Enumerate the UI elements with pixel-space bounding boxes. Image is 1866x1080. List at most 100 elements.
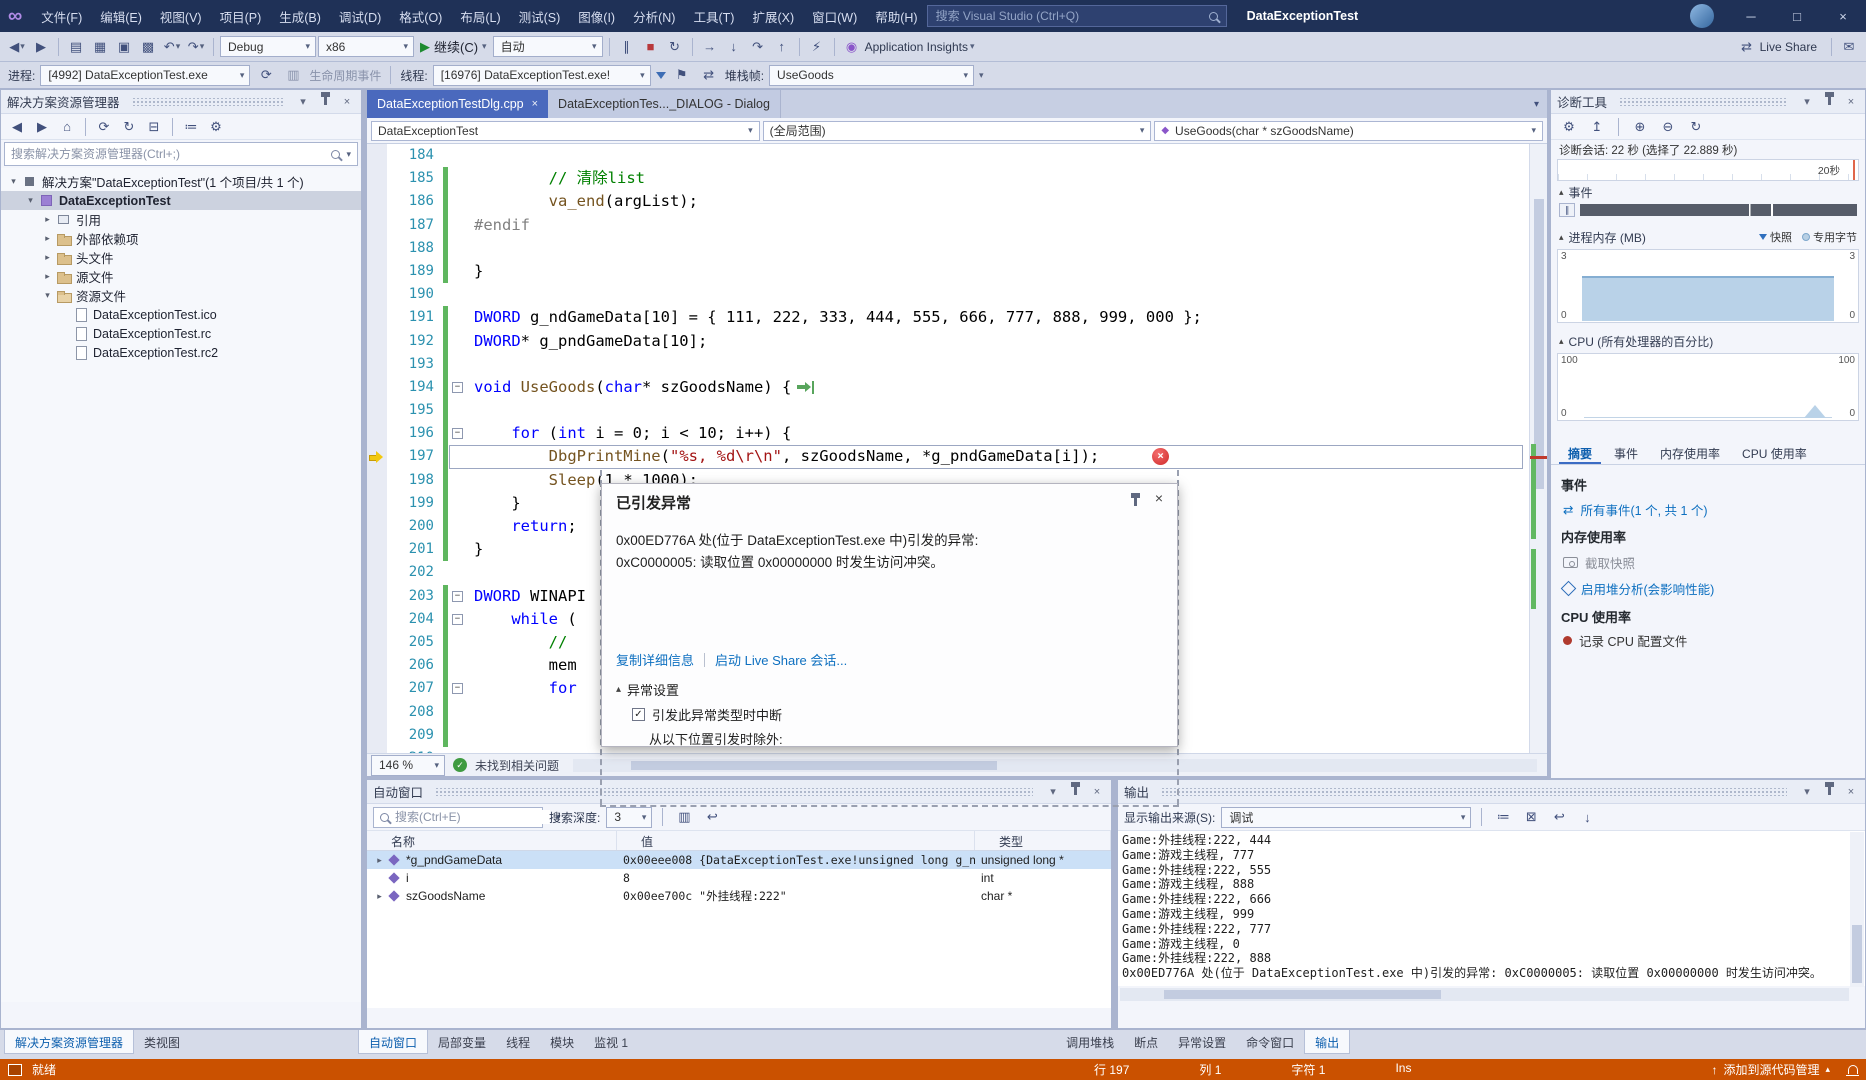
panel-tab[interactable]: 模块 xyxy=(540,1030,584,1054)
code-line[interactable]: 189} xyxy=(367,259,1529,284)
menu-item[interactable]: 编辑(E) xyxy=(91,7,151,26)
panel-tab[interactable]: 调用堆栈 xyxy=(1056,1030,1124,1054)
lifecycle-events-label[interactable]: 生命周期事件 xyxy=(309,67,381,84)
breakpoint-margin[interactable] xyxy=(367,329,387,353)
start-live-share-link[interactable]: 启动 Live Share 会话... xyxy=(715,650,847,669)
pin-icon[interactable] xyxy=(1821,91,1837,108)
cpu-chart[interactable]: 100 0 100 0 xyxy=(1557,353,1859,421)
breakpoint-margin[interactable] xyxy=(367,538,387,562)
expander-icon[interactable] xyxy=(41,252,54,263)
autos-row[interactable]: i 8 int xyxy=(367,869,1111,887)
navigate-forward-icon[interactable]: ▶ xyxy=(30,35,52,59)
forward-icon[interactable]: ▶ xyxy=(31,115,53,139)
navigate-back-icon[interactable]: ◀ ▾ xyxy=(6,35,28,59)
copy-details-link[interactable]: 复制详细信息 xyxy=(616,650,694,669)
breakpoint-margin[interactable] xyxy=(367,236,387,260)
columns-icon[interactable]: ▥ xyxy=(673,805,695,829)
thread-combo[interactable]: [16976] DataExceptionTest.exe! ▾ xyxy=(432,64,651,86)
tree-item[interactable]: 源文件 xyxy=(1,267,361,286)
code-line[interactable]: 188 xyxy=(367,236,1529,260)
code-line[interactable]: 191 DWORD g_ndGameData[10] = { 111, 222, … xyxy=(367,306,1529,330)
fold-collapse-icon[interactable]: − xyxy=(452,428,463,440)
panel-tab[interactable]: 命令窗口 xyxy=(1236,1030,1304,1054)
solution-search[interactable]: ▾ xyxy=(4,142,358,166)
code-line[interactable]: 194− void UseGoods(char* szGoodsName) { xyxy=(367,375,1529,400)
sync-with-active-document-icon[interactable]: ⟳ xyxy=(93,115,115,139)
feedback-icon[interactable]: ✉ xyxy=(1838,35,1860,59)
live-share-button[interactable]: Live Share xyxy=(1760,40,1817,54)
drag-grip[interactable] xyxy=(1619,97,1787,106)
autos-row[interactable]: *g_pndGameData 0x00eee008 {DataExceptionT… xyxy=(367,851,1111,869)
record-cpu-profile-link[interactable]: 记录 CPU 配置文件 xyxy=(1563,631,1687,650)
panel-tab[interactable]: 局部变量 xyxy=(428,1030,496,1054)
menu-item[interactable]: 图像(I) xyxy=(569,7,624,26)
menu-item[interactable]: 扩展(X) xyxy=(743,7,803,26)
menu-item[interactable]: 测试(S) xyxy=(510,7,570,26)
diagnostics-tab[interactable]: 摘要 xyxy=(1559,441,1602,464)
background-tasks-icon[interactable] xyxy=(8,1063,22,1076)
close-icon[interactable]: × xyxy=(1155,490,1163,506)
quick-search[interactable] xyxy=(926,5,1227,27)
timeline-ruler[interactable]: 20秒 xyxy=(1557,159,1859,181)
close-button[interactable]: × xyxy=(1820,0,1866,32)
breakpoint-margin[interactable] xyxy=(367,190,387,214)
menu-item[interactable]: 生成(B) xyxy=(270,7,330,26)
variable-value[interactable]: 0x00ee700c "外挂线程:222" xyxy=(617,888,975,904)
continue-button[interactable]: ▶ 继续(C) ▾ xyxy=(416,35,491,59)
column-header-name[interactable]: 名称 xyxy=(367,831,617,850)
show-all-events-link[interactable]: ⇄ 所有事件(1 个, 共 1 个) xyxy=(1563,500,1708,519)
show-all-files-icon[interactable]: ≔ xyxy=(180,115,202,139)
project-combo[interactable]: DataExceptionTest ▾ xyxy=(371,120,760,141)
expander-icon[interactable] xyxy=(373,855,386,866)
menu-item[interactable]: 文件(F) xyxy=(32,7,91,26)
find-icon[interactable]: ≔ xyxy=(1492,805,1514,829)
take-snapshot-link[interactable]: 截取快照 xyxy=(1563,553,1635,572)
breakpoint-margin[interactable] xyxy=(367,515,387,539)
pin-icon[interactable] xyxy=(317,91,333,108)
breakpoint-margin[interactable] xyxy=(367,375,387,400)
switch-thread-icon[interactable]: ⇄ xyxy=(698,63,720,87)
breakpoint-margin[interactable] xyxy=(367,352,387,376)
pin-icon[interactable] xyxy=(1067,781,1083,798)
expander-icon[interactable] xyxy=(7,176,20,187)
application-insights-label[interactable]: Application Insights xyxy=(865,40,968,54)
code-line[interactable]: 187 #endif xyxy=(367,213,1529,237)
editor-tab[interactable]: DataExceptionTes..._DIALOG - Dialog × xyxy=(548,90,781,118)
new-file-icon[interactable]: ▤ xyxy=(65,35,87,59)
variable-value[interactable]: 0x00eee008 {DataExceptionTest.exe!unsign… xyxy=(617,853,975,867)
reset-view-icon[interactable]: ↻ xyxy=(1685,115,1707,139)
step-over-icon[interactable]: ↷ xyxy=(747,35,769,59)
scrollbar-thumb[interactable] xyxy=(1163,990,1441,999)
window-menu-icon[interactable]: ▾ xyxy=(295,95,311,108)
breakpoint-margin[interactable] xyxy=(367,607,387,631)
code-line[interactable]: 186 va_end(argList); xyxy=(367,190,1529,214)
breakpoint-margin[interactable] xyxy=(367,259,387,284)
process-combo[interactable]: [4992] DataExceptionTest.exe ▾ xyxy=(40,64,251,86)
diagnostics-tab[interactable]: CPU 使用率 xyxy=(1733,441,1816,464)
drag-grip[interactable] xyxy=(435,787,1033,796)
back-icon[interactable]: ◀ xyxy=(6,115,28,139)
pause-icon[interactable]: ∥ xyxy=(1559,203,1575,217)
search-depth-combo[interactable]: 3 ▾ xyxy=(606,806,653,828)
menu-item[interactable]: 调试(D) xyxy=(330,7,390,26)
breakpoint-margin[interactable] xyxy=(367,746,387,753)
restart-icon[interactable]: ↻ xyxy=(664,35,686,59)
break-all-icon[interactable]: ∥ xyxy=(616,35,638,59)
tree-item[interactable]: DataExceptionTest.rc2 xyxy=(1,343,361,362)
panel-tab[interactable]: 异常设置 xyxy=(1168,1030,1236,1054)
expander-icon[interactable] xyxy=(41,290,54,301)
drag-grip[interactable] xyxy=(1161,787,1787,796)
editor-vertical-scrollbar[interactable] xyxy=(1529,144,1547,753)
pin-icon[interactable] xyxy=(1821,781,1837,798)
output-horizontal-scrollbar[interactable] xyxy=(1120,988,1849,1001)
save-all-icon[interactable]: ▩ xyxy=(137,35,159,59)
breakpoint-margin[interactable] xyxy=(367,654,387,678)
code-health-icon[interactable]: ✓ xyxy=(453,758,467,772)
scope-combo[interactable]: (全局范围) ▾ xyxy=(762,120,1152,141)
word-wrap-icon[interactable]: ↩ xyxy=(1548,805,1570,829)
fold-collapse-icon[interactable]: − xyxy=(452,590,463,602)
snapshot-filter[interactable]: 快照 xyxy=(1759,229,1792,245)
code-line[interactable]: 185 // 清除list xyxy=(367,167,1529,191)
column-header-type[interactable]: 类型 xyxy=(975,831,1111,850)
memory-section-header[interactable]: ▴ 进程内存 (MB) xyxy=(1559,229,1646,246)
